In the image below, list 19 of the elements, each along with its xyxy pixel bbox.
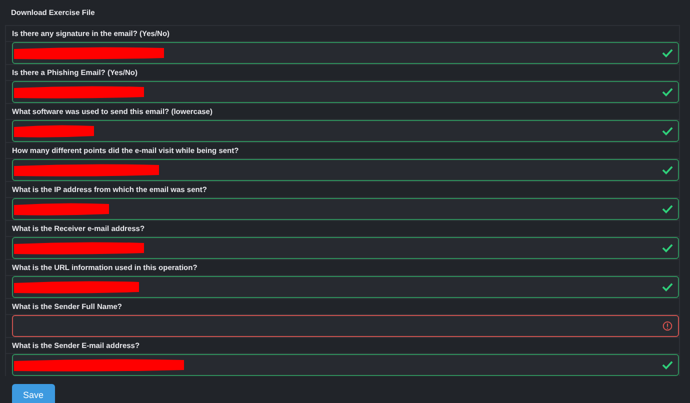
check-icon: [662, 204, 673, 214]
check-icon: [662, 243, 673, 253]
check-icon: [662, 48, 673, 58]
answer-field[interactable]: [12, 354, 679, 376]
answer-field[interactable]: [12, 42, 679, 64]
answer-field[interactable]: [12, 315, 679, 337]
check-icon: [662, 126, 673, 136]
answer-field[interactable]: [12, 120, 679, 142]
check-icon: [662, 282, 673, 292]
answer-field[interactable]: [12, 276, 679, 298]
check-icon: [662, 87, 673, 97]
answer-field[interactable]: [12, 81, 679, 103]
answer-field[interactable]: [12, 198, 679, 220]
answer-field[interactable]: [12, 159, 679, 181]
answer-field[interactable]: [12, 237, 679, 259]
save-button[interactable]: Save: [12, 384, 55, 403]
check-icon: [662, 360, 673, 370]
check-icon: [662, 165, 673, 175]
error-icon: [662, 321, 673, 331]
